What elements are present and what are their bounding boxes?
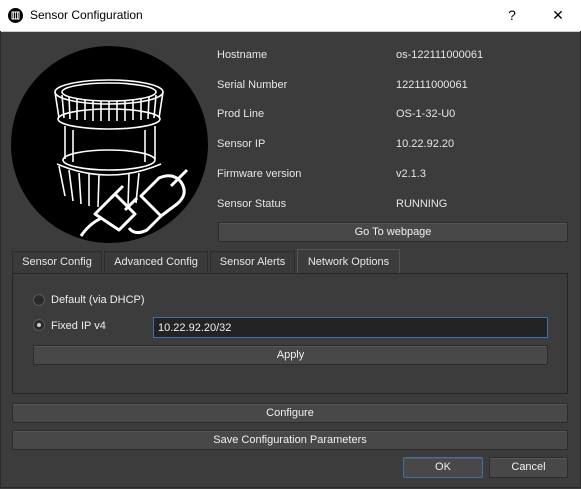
tab-sensor-alerts[interactable]: Sensor Alerts [210, 251, 295, 273]
fixed-ip-radio[interactable] [33, 319, 45, 331]
window-title: Sensor Configuration [30, 8, 143, 22]
ok-button[interactable]: OK [403, 457, 483, 478]
title-bar: Sensor Configuration ? ✕ [0, 0, 581, 32]
fixed-ip-input[interactable] [153, 317, 548, 338]
app-icon [8, 8, 23, 23]
save-configuration-button[interactable]: Save Configuration Parameters [12, 430, 568, 450]
help-icon: ? [508, 7, 516, 23]
tab-advanced-config[interactable]: Advanced Config [104, 251, 208, 273]
sensor-ip-value: 10.22.92.20 [396, 138, 455, 150]
dhcp-label: Default (via DHCP) [51, 294, 145, 306]
serial-number-label: Serial Number [217, 79, 288, 91]
tab-network-options[interactable]: Network Options [297, 249, 400, 274]
sensor-status-value: RUNNING [396, 198, 448, 210]
help-button[interactable]: ? [489, 0, 535, 31]
dhcp-radio[interactable] [33, 294, 45, 306]
configure-button[interactable]: Configure [12, 403, 568, 423]
sensor-logo [11, 46, 208, 243]
go-to-webpage-button[interactable]: Go To webpage [218, 222, 568, 242]
close-icon: ✕ [552, 7, 564, 23]
apply-button[interactable]: Apply [33, 345, 548, 365]
close-button[interactable]: ✕ [535, 0, 581, 31]
sensor-status-label: Sensor Status [217, 198, 287, 210]
serial-number-value: 122111000061 [396, 79, 468, 91]
cancel-button[interactable]: Cancel [489, 457, 568, 478]
firmware-version-label: Firmware version [217, 168, 302, 180]
prod-line-label: Prod Line [217, 108, 265, 120]
tab-sensor-config[interactable]: Sensor Config [12, 251, 102, 273]
hostname-label: Hostname [217, 49, 268, 61]
hostname-value: os-122111000061 [396, 49, 484, 61]
prod-line-value: OS-1-32-U0 [396, 108, 456, 120]
fixed-ip-label: Fixed IP v4 [51, 320, 106, 332]
firmware-version-value: v2.1.3 [396, 168, 426, 180]
sensor-ip-label: Sensor IP [217, 138, 266, 150]
